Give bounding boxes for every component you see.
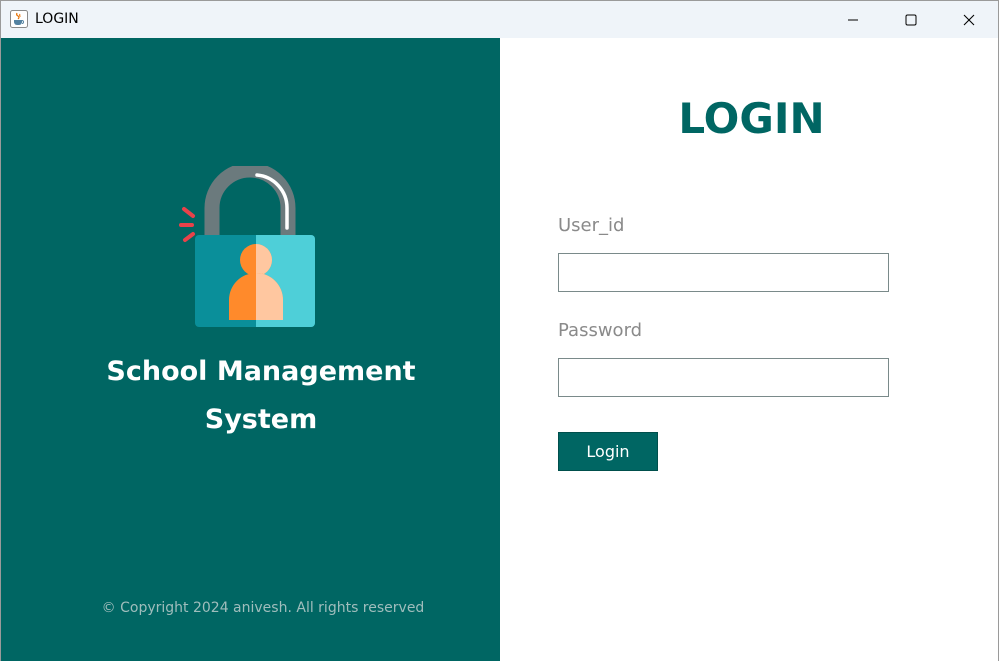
- java-cup-icon: [10, 10, 28, 28]
- close-icon: [963, 14, 975, 25]
- minimize-button[interactable]: [824, 1, 882, 38]
- app-title-line-1: School Management: [106, 356, 416, 387]
- password-input[interactable]: [558, 358, 889, 397]
- login-button[interactable]: Login: [558, 432, 658, 471]
- window-title: LOGIN: [35, 11, 79, 27]
- close-button[interactable]: [940, 1, 998, 38]
- title-bar[interactable]: LOGIN: [1, 1, 998, 38]
- password-label: Password: [558, 320, 643, 341]
- login-panel: LOGIN User_id Password Login: [500, 38, 998, 661]
- maximize-button[interactable]: [882, 1, 940, 38]
- app-title: School Management System: [61, 348, 461, 444]
- user-id-label: User_id: [558, 215, 625, 236]
- minimize-icon: [848, 19, 858, 20]
- user-id-input[interactable]: [558, 253, 889, 292]
- login-heading: LOGIN: [678, 94, 825, 143]
- branding-panel: School Management System © Copyright 202…: [1, 38, 500, 661]
- app-title-line-2: System: [204, 404, 318, 435]
- copyright-notice: © Copyright 2024 anivesh. All rights res…: [101, 600, 425, 616]
- maximize-icon: [905, 14, 917, 25]
- login-window: LOGIN School Management System © Copyrig…: [0, 0, 999, 661]
- padlock-user-icon: [179, 162, 319, 332]
